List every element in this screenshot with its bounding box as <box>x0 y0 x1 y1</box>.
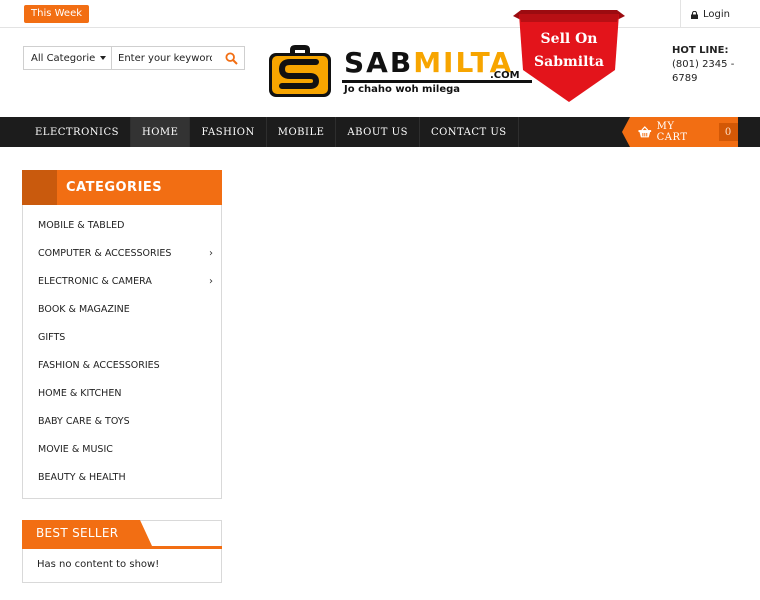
login-link[interactable]: Login <box>680 0 760 28</box>
logo-underline <box>342 80 532 83</box>
search-icon <box>224 51 238 65</box>
category-item-movie-music[interactable]: MOVIE & MUSIC <box>23 436 221 464</box>
nav-item-electronics[interactable]: ELECTRONICS <box>24 117 131 147</box>
top-bar: This Week Login <box>0 0 760 28</box>
categories-header: CATEGORIES <box>22 170 222 205</box>
ribbon-line-1: Sell On <box>540 31 598 47</box>
logo-wordmark: SABMILTA <box>344 46 513 80</box>
category-item-baby-care-toys[interactable]: BABY CARE & TOYS <box>23 408 221 436</box>
best-seller-empty-text: Has no content to show! <box>37 559 160 570</box>
ribbon-line-2: Sabmilta <box>534 54 604 70</box>
category-item-fashion-accessories[interactable]: FASHION & ACCESSORIES <box>23 351 221 379</box>
category-item-book-magazine[interactable]: BOOK & MAGAZINE <box>23 295 221 323</box>
hotline-label: HOT LINE: <box>672 45 729 56</box>
nav-item-mobile[interactable]: MOBILE <box>267 117 337 147</box>
category-item-label: ELECTRONIC & CAMERA <box>38 275 152 287</box>
cart-label: MY CART <box>656 121 688 143</box>
category-item-electronic-camera[interactable]: ELECTRONIC & CAMERA › <box>23 267 221 295</box>
nav-item-about-us[interactable]: ABOUT US <box>336 117 420 147</box>
category-item-computer-accessories[interactable]: COMPUTER & ACCESSORIES › <box>23 239 221 267</box>
category-select[interactable]: All Categorie <box>24 47 112 69</box>
category-item-label: BEAUTY & HEALTH <box>38 472 126 484</box>
category-item-label: FASHION & ACCESSORIES <box>38 360 160 372</box>
briefcase-logo-icon <box>269 45 331 97</box>
search-bar: All Categorie <box>23 46 245 70</box>
category-item-beauty-health[interactable]: BEAUTY & HEALTH <box>23 464 221 492</box>
nav-item-fashion[interactable]: FASHION <box>190 117 267 147</box>
categories-header-accent <box>22 170 57 205</box>
category-item-label: MOBILE & TABLED <box>38 219 125 231</box>
nav-item-contact-us[interactable]: CONTACT US <box>420 117 519 147</box>
category-item-label: HOME & KITCHEN <box>38 388 122 400</box>
chevron-right-icon: › <box>209 275 213 287</box>
nav-item-home[interactable]: HOME <box>131 117 191 147</box>
chevron-right-icon: › <box>209 247 213 259</box>
nav-items: ELECTRONICS HOME FASHION MOBILE ABOUT US… <box>24 117 519 147</box>
hotline-number: (801) 2345 - 6789 <box>672 59 735 84</box>
category-item-label: MOVIE & MUSIC <box>38 444 113 456</box>
login-label: Login <box>703 8 730 20</box>
best-seller-panel: BEST SELLER Has no content to show! <box>22 520 222 583</box>
category-item-label: GIFTS <box>38 331 66 343</box>
caret-down-icon <box>100 56 107 60</box>
categories-panel: CATEGORIES MOBILE & TABLED COMPUTER & AC… <box>22 170 222 499</box>
sell-on-ribbon[interactable]: Sell On Sabmilta <box>513 10 625 102</box>
category-item-label: COMPUTER & ACCESSORIES <box>38 247 172 259</box>
logo-tagline: Jo chaho woh milega <box>344 84 461 95</box>
basket-icon <box>638 126 652 138</box>
best-seller-title: BEST SELLER <box>22 520 152 546</box>
this-week-button[interactable]: This Week <box>24 5 90 23</box>
category-item-label: BABY CARE & TOYS <box>38 416 130 428</box>
logo-word-dark: SAB <box>344 46 414 79</box>
lock-icon <box>691 11 698 19</box>
best-seller-header: BEST SELLER <box>22 520 222 549</box>
search-input[interactable] <box>112 47 218 69</box>
category-item-mobile-tabled[interactable]: MOBILE & TABLED <box>23 211 221 239</box>
category-item-home-kitchen[interactable]: HOME & KITCHEN <box>23 380 221 408</box>
cart-count-badge: 0 <box>718 123 738 141</box>
category-select-value: All Categorie <box>31 52 96 64</box>
my-cart-button[interactable]: MY CART 0 <box>622 117 738 147</box>
category-item-gifts[interactable]: GIFTS <box>23 323 221 351</box>
categories-title: CATEGORIES <box>66 180 163 195</box>
hotline: HOT LINE: (801) 2345 - 6789 <box>672 44 758 86</box>
search-button[interactable] <box>218 47 244 69</box>
categories-list: MOBILE & TABLED COMPUTER & ACCESSORIES › … <box>23 211 221 492</box>
site-logo[interactable]: SABMILTA .COM Jo chaho woh milega <box>268 44 534 100</box>
category-item-label: BOOK & MAGAZINE <box>38 303 130 315</box>
